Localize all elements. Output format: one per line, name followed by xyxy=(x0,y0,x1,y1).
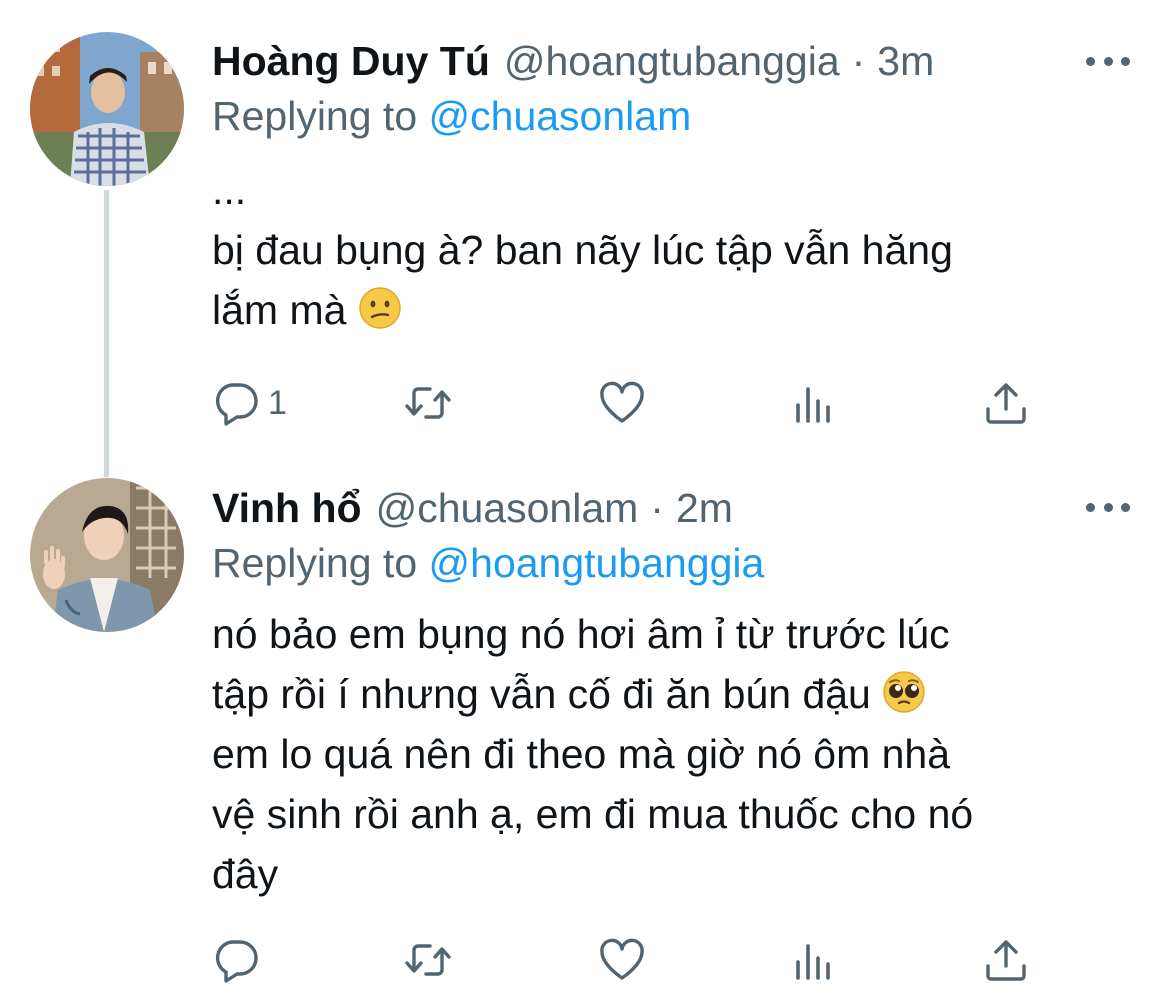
share-icon xyxy=(986,383,1026,424)
analytics-button[interactable] xyxy=(792,378,840,428)
tweet-text-line: tập rồi í nhưng vẫn cố đi ăn bún đậu xyxy=(212,671,871,717)
tweet-thread: Hoàng Duy Tú @hoangtubanggia · 3m Replyi… xyxy=(0,0,1170,1006)
tweet-header: Hoàng Duy Tú @hoangtubanggia · 3m xyxy=(212,31,934,91)
replying-to-label: Replying to xyxy=(212,540,418,586)
tweet-text: nó bảo em bụng nó hơi âm ỉ từ trước lúc … xyxy=(212,604,1132,904)
reply-button[interactable]: 1 xyxy=(212,378,287,428)
retweet-icon xyxy=(405,387,451,419)
display-name[interactable]: Vinh hổ xyxy=(212,478,362,538)
more-horizontal-icon xyxy=(1086,502,1095,512)
replying-to-line: Replying to @chuasonlam xyxy=(212,88,691,144)
tweet-text-line: đây xyxy=(212,851,279,897)
more-horizontal-icon xyxy=(1086,56,1095,66)
tweet-text-line: lắm mà xyxy=(212,287,347,333)
retweet-button[interactable] xyxy=(404,378,452,428)
avatar-vinh-ho[interactable] xyxy=(30,478,184,632)
tweet-actions: 1 xyxy=(212,378,1112,428)
tweet-text-line: nó bảo em bụng nó hơi âm ỉ từ trước lúc xyxy=(212,611,950,657)
share-icon xyxy=(986,940,1026,981)
tweet-text-line: em lo quá nên đi theo mà giờ nó ôm nhà xyxy=(212,731,951,777)
reply-icon xyxy=(215,940,258,983)
more-options-button[interactable] xyxy=(1086,497,1130,517)
analytics-icon xyxy=(796,944,830,980)
share-button[interactable] xyxy=(982,935,1030,985)
tweet-text-line: vệ sinh rồi anh ạ, em đi mua thuốc cho n… xyxy=(212,791,974,837)
reply-count: 1 xyxy=(268,383,287,422)
reply-icon xyxy=(215,383,258,426)
reply-button[interactable] xyxy=(212,935,268,985)
like-icon xyxy=(600,938,644,980)
tweet-actions xyxy=(212,935,1112,985)
more-options-button[interactable] xyxy=(1086,51,1130,71)
replying-to-mention[interactable]: @hoangtubanggia xyxy=(429,540,765,586)
confused-face-emoji xyxy=(358,286,402,330)
thread-connector-line xyxy=(104,190,109,477)
retweet-button[interactable] xyxy=(404,935,452,985)
user-handle[interactable]: @chuasonlam xyxy=(376,478,639,538)
user-handle[interactable]: @hoangtubanggia xyxy=(504,31,840,91)
tweet-text-line: bị đau bụng à? ban nãy lúc tập vẫn hăng xyxy=(212,227,953,273)
analytics-button[interactable] xyxy=(792,935,840,985)
like-button[interactable] xyxy=(598,935,646,985)
replying-to-label: Replying to xyxy=(212,93,418,139)
avatar-hoang-duy-tu[interactable] xyxy=(30,32,184,186)
tweet-header: Vinh hổ @chuasonlam · 2m xyxy=(212,478,733,538)
timestamp[interactable]: 3m xyxy=(877,31,934,91)
tweet-text: ... bị đau bụng à? ban nãy lúc tập vẫn h… xyxy=(212,160,1132,340)
display-name[interactable]: Hoàng Duy Tú xyxy=(212,31,490,91)
analytics-icon xyxy=(796,387,830,423)
separator-dot: · xyxy=(851,38,866,84)
pleading-face-emoji xyxy=(882,670,926,714)
tweet-text-line: ... xyxy=(212,167,247,213)
separator-dot: · xyxy=(650,485,664,531)
retweet-icon xyxy=(405,944,451,976)
replying-to-line: Replying to @hoangtubanggia xyxy=(212,535,764,591)
like-icon xyxy=(600,381,644,423)
like-button[interactable] xyxy=(598,378,646,428)
share-button[interactable] xyxy=(982,378,1030,428)
replying-to-mention[interactable]: @chuasonlam xyxy=(429,93,692,139)
timestamp[interactable]: 2m xyxy=(676,478,733,538)
